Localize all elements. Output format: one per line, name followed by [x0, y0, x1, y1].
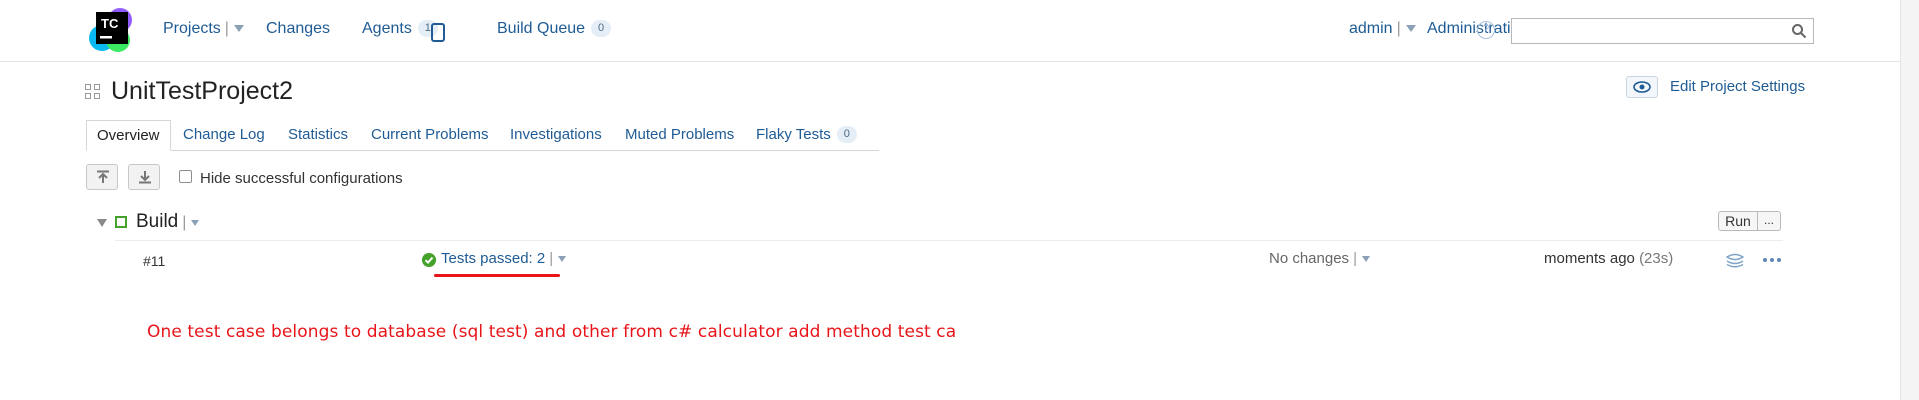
separator: |	[549, 250, 554, 267]
separator: |	[1396, 20, 1401, 37]
tab-muted-problems[interactable]: Muted Problems	[625, 120, 734, 151]
top-header: TC Projects | Changes Agents 1 Build Queue…	[0, 0, 1900, 62]
divider	[115, 240, 1783, 241]
expand-down-icon	[139, 171, 151, 184]
project-tabs: Overview Change Log Statistics Current P…	[86, 120, 879, 151]
nav-agents-label[interactable]: Agents	[362, 20, 412, 37]
tab-flaky-tests[interactable]: Flaky Tests 0	[756, 120, 857, 151]
build-config-title[interactable]: Build |	[136, 211, 200, 233]
nav-changes[interactable]: Changes	[266, 20, 330, 38]
tab-change-log[interactable]: Change Log	[183, 120, 265, 151]
layers-icon[interactable]	[1725, 252, 1745, 268]
search-field[interactable]	[1511, 18, 1814, 44]
eye-icon	[1633, 81, 1651, 93]
build-changes[interactable]: No changes |	[1269, 250, 1370, 267]
build-number[interactable]: #11	[143, 253, 165, 269]
run-options-button[interactable]: ...	[1757, 211, 1781, 231]
collapse-all-button[interactable]	[86, 164, 118, 190]
tab-current-problems[interactable]: Current Problems	[371, 120, 489, 151]
build-duration: (23s)	[1639, 250, 1674, 267]
chevron-down-icon[interactable]	[233, 25, 244, 32]
more-options-icon[interactable]	[1762, 257, 1782, 263]
build-time: moments ago (23s)	[1544, 250, 1673, 267]
project-grid-icon	[85, 84, 101, 100]
success-check-icon	[422, 253, 436, 267]
nav-agents[interactable]: Agents 1	[362, 20, 438, 38]
build-status-link[interactable]: Tests passed: 2	[441, 250, 545, 267]
flaky-tests-count-badge: 0	[836, 126, 857, 143]
page-title: UnitTestProject2	[111, 77, 294, 105]
annotation-text: One test case belongs to database (sql t…	[147, 322, 957, 342]
chevron-down-icon[interactable]	[191, 220, 200, 226]
build-time-ago: moments ago	[1544, 250, 1635, 267]
help-icon[interactable]: ?	[1477, 21, 1495, 39]
chevron-down-icon[interactable]	[558, 256, 567, 262]
hide-successful-label[interactable]: Hide successful configurations	[200, 170, 403, 187]
svg-text:TC: TC	[101, 16, 119, 31]
tab-investigations[interactable]: Investigations	[510, 120, 602, 151]
separator: |	[182, 214, 187, 231]
chevron-down-icon[interactable]	[1361, 256, 1370, 262]
nav-build-queue[interactable]: Build Queue 0	[497, 20, 612, 38]
hide-successful-checkbox[interactable]	[179, 170, 192, 183]
build-queue-count-badge: 0	[591, 20, 612, 37]
expand-all-button[interactable]	[128, 164, 160, 190]
user-menu[interactable]: admin |	[1349, 20, 1416, 38]
collapse-arrow-icon[interactable]	[97, 219, 107, 227]
tab-statistics[interactable]: Statistics	[288, 120, 348, 151]
edit-project-settings-link[interactable]: Edit Project Settings	[1670, 78, 1805, 95]
page-scrollbar[interactable]	[1900, 0, 1919, 400]
nav-projects[interactable]: Projects |	[163, 20, 244, 38]
chevron-down-icon[interactable]	[1405, 25, 1416, 32]
annotation-underline	[434, 274, 560, 277]
user-name[interactable]: admin	[1349, 20, 1393, 37]
build-status[interactable]: Tests passed: 2 |	[441, 250, 567, 267]
run-button[interactable]: Run	[1718, 211, 1758, 231]
nav-build-queue-label[interactable]: Build Queue	[497, 20, 585, 37]
collapse-up-icon	[97, 170, 109, 183]
search-input[interactable]	[1512, 19, 1782, 43]
search-icon[interactable]	[1791, 23, 1807, 39]
tab-flaky-tests-label[interactable]: Flaky Tests	[756, 126, 831, 143]
nav-projects-label[interactable]: Projects	[163, 20, 221, 37]
build-config-name[interactable]: Build	[136, 211, 178, 232]
build-status-square-icon	[115, 216, 127, 228]
build-changes-label[interactable]: No changes	[1269, 250, 1349, 267]
build-row: #11 Tests passed: 2 | No changes | moments…	[0, 245, 1900, 275]
tab-overview[interactable]: Overview	[86, 120, 171, 151]
view-toggle-button[interactable]	[1626, 76, 1658, 98]
separator: |	[224, 20, 229, 37]
separator: |	[1353, 250, 1357, 267]
teamcity-logo[interactable]: TC	[88, 6, 134, 54]
agent-device-icon[interactable]	[431, 23, 445, 42]
